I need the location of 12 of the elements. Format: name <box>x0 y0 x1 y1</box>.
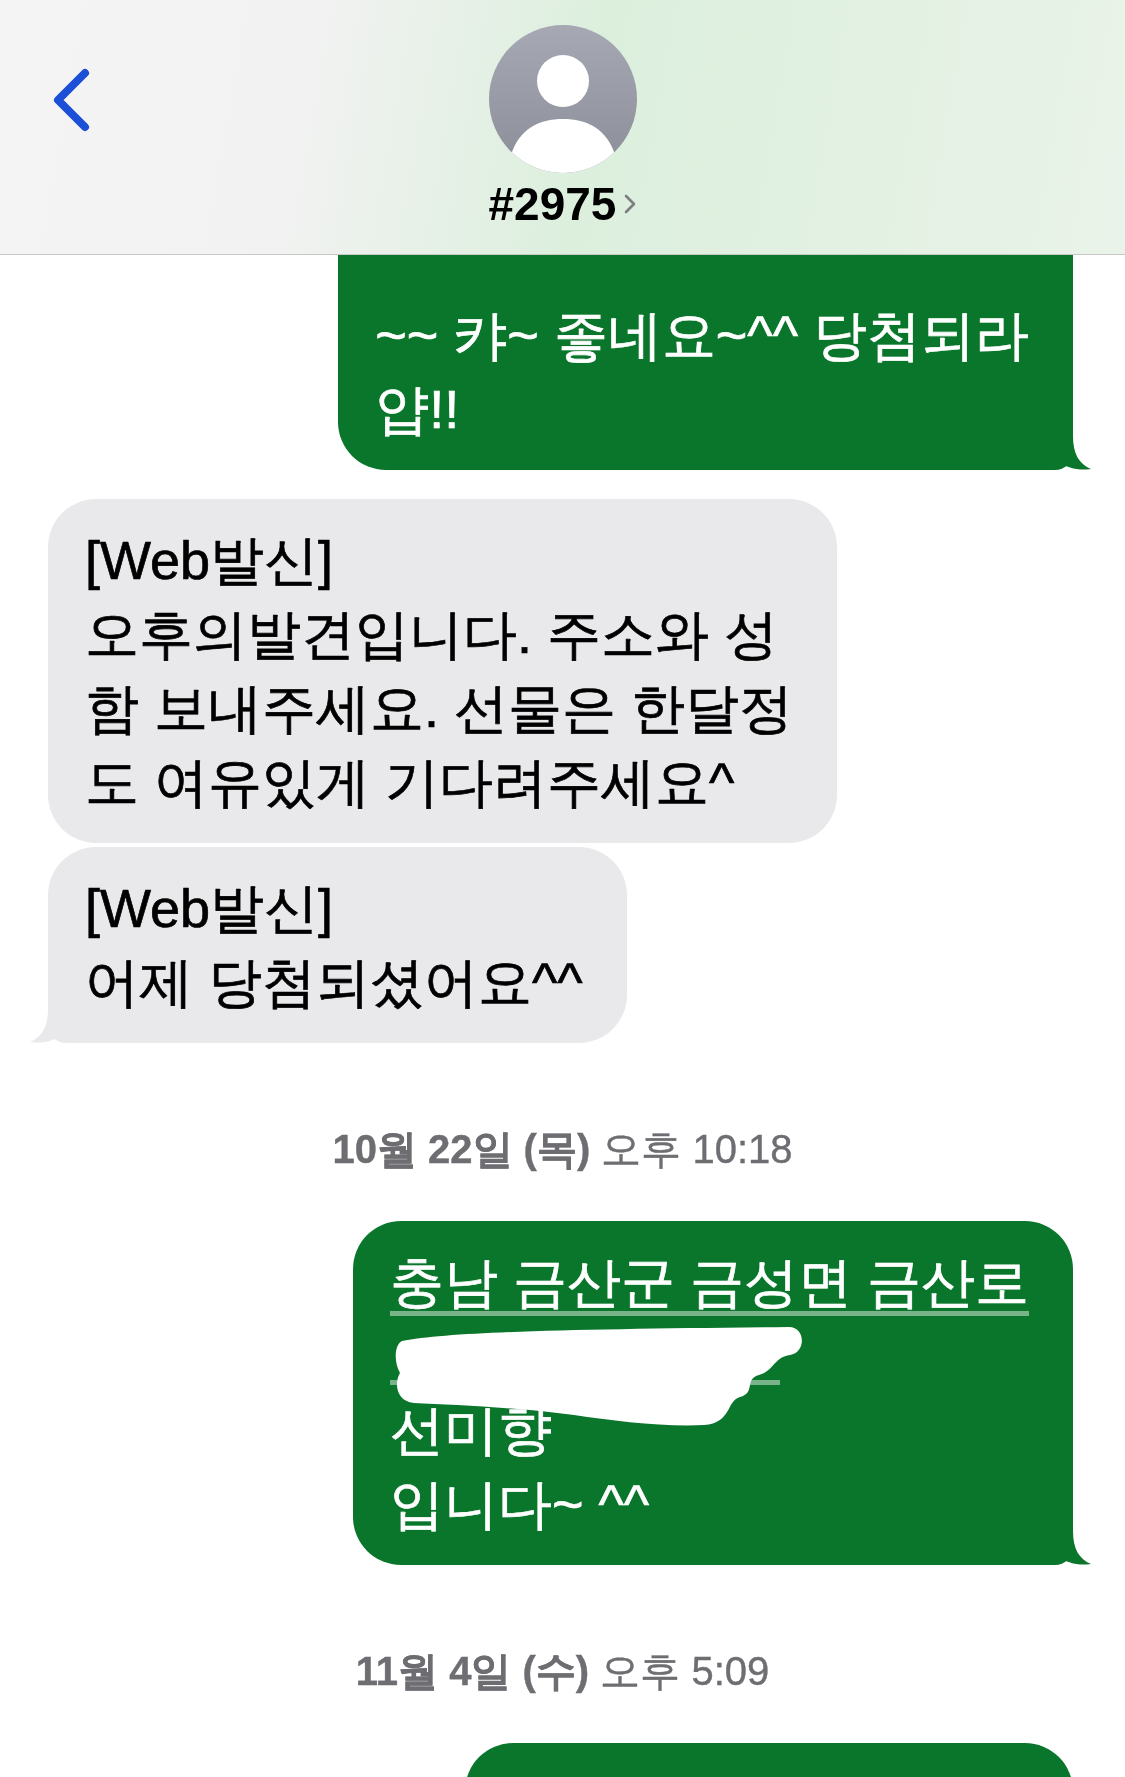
avatar-icon[interactable] <box>488 25 637 173</box>
message-text: 선미향 입니다~ ^^ <box>390 1399 651 1536</box>
contact-name-button[interactable]: #2975 <box>488 179 637 229</box>
message-text: [Web발신] 어제 당첨되셨어요^^ <box>85 877 583 1014</box>
timestamp: 11월 4일 (수) 오후 5:09 <box>355 1648 770 1695</box>
message-text: ~~ 캬~ 좋네요~^^ 당첨되라 얍!! <box>375 304 1029 441</box>
back-button[interactable] <box>51 68 91 132</box>
message-text: [Web발신] 오후의발견입니다. 주소와 성 함 보내주세요. 선물은 한달정 도 여유있게 기다려주세요^ <box>85 529 793 814</box>
back-icon <box>51 68 91 132</box>
address-link[interactable]: 충남 금산군 금성면 금산로 <box>390 1245 1029 1319</box>
timestamp: 10월 22일 (목) 오후 10:18 <box>332 1126 793 1173</box>
chevron-right-icon <box>624 194 637 214</box>
